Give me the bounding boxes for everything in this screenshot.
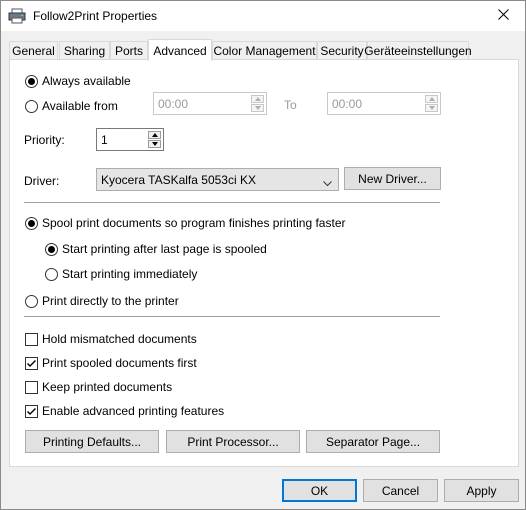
- tab-strip: General Sharing Ports Advanced Color Man…: [9, 39, 521, 61]
- checkmark-icon: [27, 360, 36, 367]
- priority-label: Priority:: [24, 133, 65, 147]
- apply-button[interactable]: Apply: [444, 479, 519, 502]
- keep-printed-label: Keep printed documents: [42, 380, 173, 394]
- available-to-time[interactable]: 00:00: [327, 92, 441, 115]
- start-after-last-page-radio[interactable]: [45, 243, 58, 256]
- priority-stepper[interactable]: 1: [96, 128, 164, 151]
- separator-page-button[interactable]: Separator Page...: [306, 430, 440, 453]
- spool-radio[interactable]: [25, 217, 38, 230]
- printer-properties-window: Follow2Print Properties General Sharing …: [0, 0, 526, 510]
- start-immediately-label: Start printing immediately: [62, 267, 198, 281]
- window-title: Follow2Print Properties: [33, 9, 158, 23]
- print-directly-label: Print directly to the printer: [42, 294, 179, 308]
- spin-down-button[interactable]: [148, 140, 161, 148]
- print-directly-radio[interactable]: [25, 295, 38, 308]
- spool-label: Spool print documents so program finishe…: [42, 216, 346, 230]
- close-button[interactable]: [481, 1, 525, 31]
- new-driver-button[interactable]: New Driver...: [344, 167, 441, 190]
- available-from-time[interactable]: 00:00: [153, 92, 267, 115]
- available-from-radio[interactable]: [25, 100, 38, 113]
- keep-printed-checkbox[interactable]: [25, 381, 38, 394]
- driver-select[interactable]: Kyocera TASKalfa 5053ci KX: [96, 168, 339, 191]
- print-spooled-first-label: Print spooled documents first: [42, 356, 197, 370]
- to-label: To: [284, 98, 297, 112]
- spin-up-button[interactable]: [425, 95, 438, 103]
- tab-ports[interactable]: Ports: [110, 41, 148, 60]
- always-available-radio[interactable]: [25, 75, 38, 88]
- available-from-label: Available from: [42, 99, 118, 113]
- driver-label: Driver:: [24, 174, 60, 188]
- spin-down-button[interactable]: [425, 104, 438, 112]
- always-available-label: Always available: [42, 74, 131, 88]
- divider: [24, 202, 440, 203]
- tab-advanced[interactable]: Advanced: [148, 39, 212, 61]
- tab-geraeteeinstellungen[interactable]: Geräteeinstellungen: [364, 41, 472, 60]
- ok-button[interactable]: OK: [282, 479, 357, 502]
- cancel-button[interactable]: Cancel: [363, 479, 438, 502]
- spin-up-button[interactable]: [148, 131, 161, 139]
- start-immediately-radio[interactable]: [45, 268, 58, 281]
- tab-sharing[interactable]: Sharing: [59, 41, 110, 60]
- tab-security[interactable]: Security: [317, 41, 367, 60]
- divider: [24, 316, 440, 317]
- enable-advanced-features-label: Enable advanced printing features: [42, 404, 225, 418]
- advanced-tab-panel: Always available Available from 00:00 To…: [9, 59, 519, 467]
- hold-mismatched-label: Hold mismatched documents: [42, 332, 197, 346]
- print-spooled-first-checkbox[interactable]: [25, 357, 38, 370]
- title-bar: Follow2Print Properties: [1, 1, 525, 31]
- spin-up-button[interactable]: [251, 95, 264, 103]
- hold-mismatched-checkbox[interactable]: [25, 333, 38, 346]
- close-icon: [497, 9, 509, 23]
- print-processor-button[interactable]: Print Processor...: [166, 430, 300, 453]
- tab-color-management[interactable]: Color Management: [212, 41, 317, 60]
- tab-general[interactable]: General: [9, 41, 58, 60]
- printing-defaults-button[interactable]: Printing Defaults...: [25, 430, 159, 453]
- enable-advanced-features-checkbox[interactable]: [25, 405, 38, 418]
- chevron-down-icon: [323, 176, 332, 190]
- spin-down-button[interactable]: [251, 104, 264, 112]
- start-after-last-page-label: Start printing after last page is spoole…: [62, 242, 267, 256]
- checkmark-icon: [27, 408, 36, 415]
- printer-icon: [8, 8, 26, 24]
